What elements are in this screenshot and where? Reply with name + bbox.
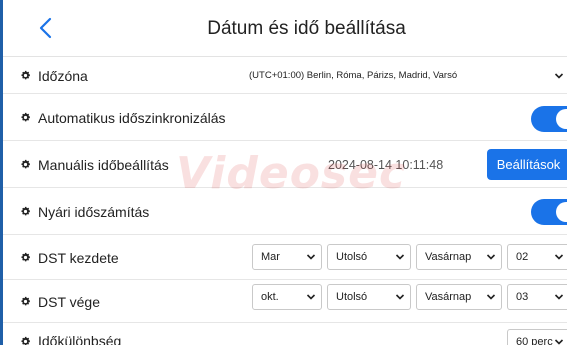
dst-toggle[interactable] [531, 199, 567, 225]
dst-start-day-select[interactable]: Vasárnap [416, 244, 502, 270]
auto-sync-label: Automatikus időszinkronizálás [38, 110, 226, 126]
offset-select[interactable]: 60 perc [507, 329, 567, 345]
gear-icon [20, 70, 31, 81]
offset-label: Időkülönbség [38, 333, 122, 345]
toggle-knob [556, 109, 567, 129]
current-datetime: 2024-08-14 10:11:48 [328, 158, 444, 172]
timezone-label: Időzóna [38, 68, 88, 84]
page-header: Dátum és idő beállítása [3, 0, 567, 57]
dst-end-label: DST vége [38, 294, 100, 310]
dst-start-hour-select[interactable]: 02 [507, 244, 567, 270]
chevron-down-icon [306, 253, 316, 261]
page-title: Dátum és idő beállítása [207, 18, 406, 39]
chevron-down-icon [554, 253, 564, 261]
row-dst-start: DST kezdete Mar Utolsó Vasárnap 02 [3, 235, 567, 280]
gear-icon [20, 159, 31, 170]
manual-time-label: Manuális időbeállítás [38, 157, 169, 173]
dst-start-week-select[interactable]: Utolsó [327, 244, 411, 270]
gear-icon [20, 206, 31, 217]
toggle-knob [556, 202, 567, 222]
auto-sync-toggle[interactable] [531, 106, 567, 132]
chevron-down-icon [306, 293, 316, 301]
chevron-down-icon [554, 338, 564, 345]
dst-end-month-select[interactable]: okt. [252, 284, 322, 310]
dst-start-month-select[interactable]: Mar [252, 244, 322, 270]
chevron-down-icon [486, 253, 496, 261]
chevron-down-icon [554, 72, 564, 80]
dst-label: Nyári időszámítás [38, 204, 150, 220]
settings-page: Dátum és idő beállítása Időzóna (UTC+01:… [0, 0, 567, 345]
chevron-down-icon [554, 293, 564, 301]
row-dst-end: DST vége okt. Utolsó Vasárnap 03 [3, 280, 567, 323]
dst-end-day-select[interactable]: Vasárnap [416, 284, 502, 310]
row-dst: Nyári időszámítás [3, 188, 567, 235]
gear-icon [20, 112, 31, 123]
dst-end-hour-select[interactable]: 03 [507, 284, 567, 310]
gear-icon [20, 252, 31, 263]
gear-icon [20, 336, 31, 345]
row-offset: Időkülönbség 60 perc [3, 323, 567, 345]
dst-end-week-select[interactable]: Utolsó [327, 284, 411, 310]
chevron-down-icon [395, 293, 405, 301]
row-timezone: Időzóna (UTC+01:00) Berlin, Róma, Párizs… [3, 57, 567, 94]
gear-icon [20, 296, 31, 307]
settings-button[interactable]: Beállítások [487, 149, 567, 180]
chevron-down-icon [486, 293, 496, 301]
dst-start-label: DST kezdete [38, 250, 119, 266]
timezone-select[interactable]: (UTC+01:00) Berlin, Róma, Párizs, Madrid… [241, 62, 567, 89]
chevron-down-icon [395, 253, 405, 261]
row-auto-sync: Automatikus időszinkronizálás [3, 94, 567, 141]
row-manual-time: Manuális időbeállítás 2024-08-14 10:11:4… [3, 141, 567, 188]
